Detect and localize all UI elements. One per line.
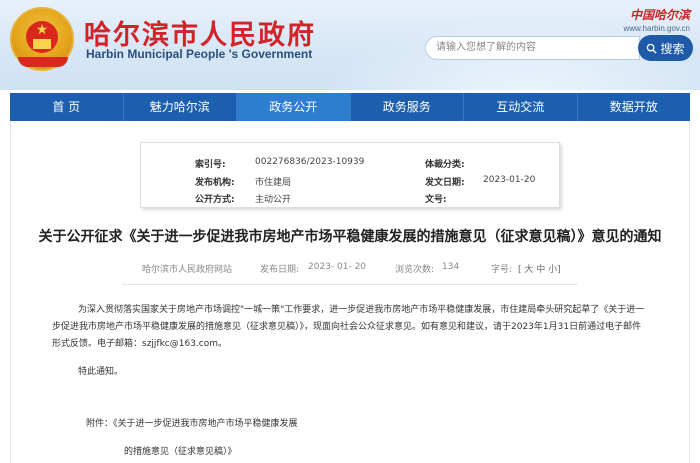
- article-title: 关于公开征求《关于进一步促进我市房地产市场平稳健康发展的措施意见（征求意见稿）》…: [38, 229, 662, 245]
- publisher-value: 市住建局: [255, 178, 292, 188]
- index-number-value: 002276836/2023-10939: [255, 157, 365, 167]
- nav-item-open-data[interactable]: 数据开放: [578, 93, 691, 121]
- search-icon: [647, 43, 658, 54]
- main-nav: 首 页 魅力哈尔滨 政务公开 政务服务 互动交流 数据开放: [10, 93, 690, 121]
- category-label: 体裁分类:: [425, 160, 465, 170]
- view-count-value: 134: [442, 262, 460, 272]
- attachment-line-2[interactable]: 的措施意见（征求意见稿）》: [124, 444, 237, 457]
- publish-date-value: 2023- 01- 20: [308, 262, 367, 272]
- issue-date-value: 2023-01-20: [483, 175, 536, 185]
- font-size-switcher[interactable]: [ 大 中 小]: [518, 262, 561, 275]
- nav-item-government-affairs-disclosure[interactable]: 政务公开: [237, 93, 351, 121]
- issue-date-label: 发文日期:: [425, 178, 465, 188]
- document-number-label: 文号:: [425, 195, 447, 205]
- national-emblem-icon: ★: [10, 7, 74, 71]
- attachment-line-1[interactable]: 附件：《关于进一步促进我市房地产市场平稳健康发展: [86, 416, 298, 429]
- disclosure-method-value: 主动公开: [255, 195, 292, 205]
- publish-date-label: 发布日期:: [260, 265, 300, 275]
- article-body-paragraph: 为深入贯彻落实国家关于房地产市场调控"一城一策"工作要求，进一步促进我市房地产市…: [52, 305, 645, 349]
- document-metadata: 索引号: 002276836/2023-10939 体裁分类: 发布机构: 市住…: [140, 142, 560, 208]
- nav-item-home[interactable]: 首 页: [10, 93, 124, 121]
- index-number-label: 索引号:: [195, 160, 226, 170]
- view-count-label: 浏览次数:: [395, 265, 435, 275]
- disclosure-method-label: 公开方式:: [195, 195, 235, 205]
- nav-item-interaction[interactable]: 互动交流: [464, 93, 578, 121]
- divider: [122, 284, 578, 285]
- search-button[interactable]: 搜索: [638, 35, 693, 61]
- site-header: ★ 哈尔滨市人民政府 Harbin Municipal People 's Go…: [0, 0, 700, 90]
- search-button-label: 搜索: [660, 41, 685, 56]
- site-subtitle: Harbin Municipal People 's Government: [86, 47, 313, 61]
- publisher-label: 发布机构:: [195, 178, 235, 188]
- article-closing: 特此通知。: [78, 367, 124, 377]
- article-source: 哈尔滨市人民政府网站: [142, 265, 233, 275]
- search-input[interactable]: 请输入您想了解的内容: [425, 36, 640, 60]
- font-size-label: 字号:: [491, 265, 513, 275]
- nav-item-charm-harbin[interactable]: 魅力哈尔滨: [124, 93, 237, 121]
- harbin-logo-url: www.harbin.gov.cn: [623, 24, 690, 33]
- harbin-logo-text: 中国哈尔滨: [629, 8, 690, 22]
- harbin-logo[interactable]: 中国哈尔滨 www.harbin.gov.cn: [623, 6, 690, 33]
- nav-item-government-services[interactable]: 政务服务: [351, 93, 464, 121]
